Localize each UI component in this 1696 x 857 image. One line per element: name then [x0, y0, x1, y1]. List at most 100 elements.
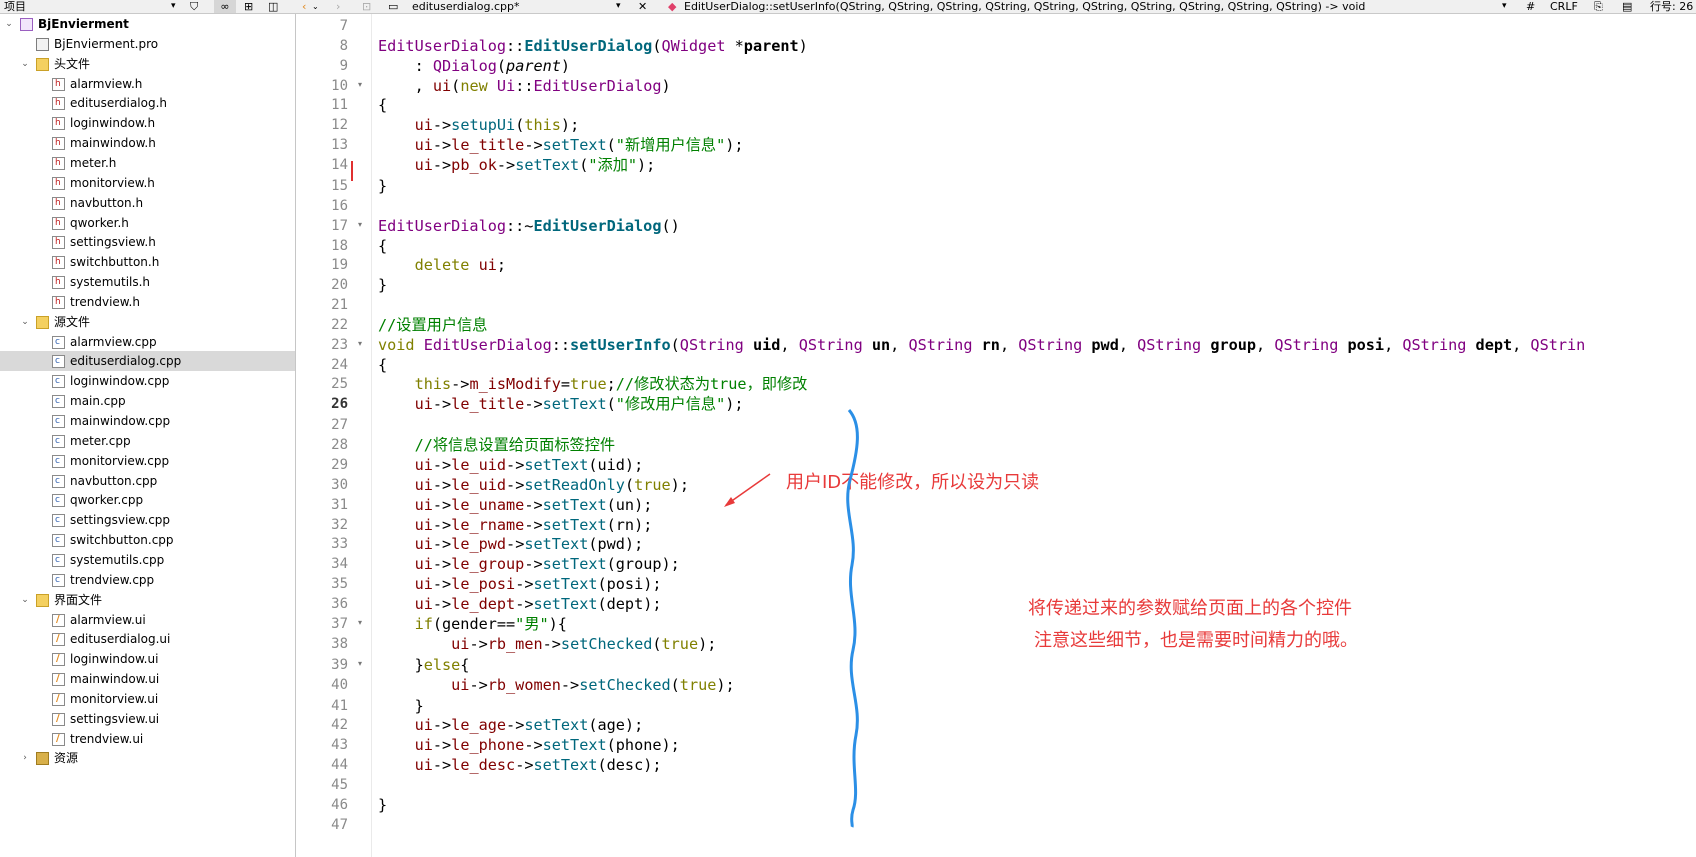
tree-item[interactable]: settingsview.h — [0, 232, 295, 252]
line-number: 43 — [331, 737, 348, 754]
cursor-position[interactable]: 行号: 26 — [1650, 0, 1696, 13]
code-token: : — [378, 56, 433, 75]
tree-item[interactable]: mainwindow.ui — [0, 669, 295, 689]
function-dropdown-arrow-icon[interactable]: ▾ — [1502, 0, 1507, 13]
fold-arrow-icon[interactable]: ▾ — [358, 80, 362, 89]
code-token: ( — [451, 76, 461, 95]
fold-arrow-icon[interactable]: ▾ — [358, 339, 362, 348]
close-sidebar-icon[interactable]: ◫ — [268, 0, 278, 13]
tree-item[interactable]: qworker.h — [0, 213, 295, 233]
code-token: ui — [414, 155, 433, 174]
tree-item[interactable]: monitorview.cpp — [0, 451, 295, 471]
code-token: ){ — [548, 614, 567, 633]
tree-item[interactable]: settingsview.cpp — [0, 510, 295, 530]
tree-item[interactable]: ⌄ 界面文件 — [0, 590, 295, 610]
function-selector[interactable]: EditUserDialog::setUserInfo(QString, QSt… — [684, 0, 1484, 13]
tree-item[interactable]: settingsview.ui — [0, 709, 295, 729]
tree-item[interactable]: › 资源 — [0, 748, 295, 768]
file-icon: ▭ — [388, 0, 399, 13]
tree-item-label: BjEnvierment — [38, 17, 129, 31]
chevron-down-icon[interactable]: ⌄ — [4, 14, 14, 34]
code-editor[interactable]: EditUserDialog::EditUserDialog(QWidget *… — [378, 14, 1696, 857]
code-token: -> — [496, 155, 516, 174]
chevron-down-icon[interactable]: ⌄ — [20, 312, 30, 332]
tree-item-label: trendview.cpp — [70, 572, 155, 587]
tree-item[interactable]: systemutils.cpp — [0, 550, 295, 570]
code-token: le_dept — [451, 594, 516, 613]
tree-item-label: 头文件 — [54, 56, 91, 71]
tree-item[interactable]: alarmview.h — [0, 74, 295, 94]
code-token: :: — [515, 76, 534, 95]
code-token: -> — [506, 456, 525, 474]
tree-item[interactable]: ⌄ BjEnvierment — [0, 14, 295, 34]
code-token: -> — [524, 136, 543, 155]
code-token: , — [999, 335, 1019, 354]
tree-item[interactable]: qworker.cpp — [0, 490, 295, 510]
tree-item[interactable]: loginwindow.cpp — [0, 371, 295, 391]
header-file-icon — [52, 193, 65, 213]
tree-item[interactable]: mainwindow.h — [0, 133, 295, 153]
close-file-icon[interactable]: ✕ — [638, 0, 647, 13]
tree-item[interactable]: BjEnvierment.pro — [0, 34, 295, 54]
tree-item[interactable]: meter.cpp — [0, 431, 295, 451]
ui-file-icon — [52, 669, 65, 689]
forward-icon[interactable]: › — [336, 0, 340, 13]
tree-item[interactable]: trendview.h — [0, 292, 295, 312]
tree-item[interactable]: alarmview.cpp — [0, 332, 295, 352]
tree-item[interactable]: systemutils.h — [0, 272, 295, 292]
code-token: setText — [542, 736, 607, 755]
tree-item[interactable]: edituserdialog.h — [0, 93, 295, 113]
project-dropdown-arrow-icon[interactable]: ▾ — [171, 0, 176, 13]
header-file-icon — [52, 213, 65, 233]
tree-item[interactable]: alarmview.ui — [0, 610, 295, 630]
fold-arrow-icon[interactable]: ▾ — [358, 618, 362, 627]
tree-item[interactable]: trendview.ui — [0, 729, 295, 749]
line-number: 15 — [331, 177, 348, 194]
tree-item[interactable]: edituserdialog.cpp — [0, 351, 295, 372]
code-token: , — [378, 76, 433, 95]
back-icon[interactable]: ‹ — [302, 0, 306, 13]
tree-item[interactable]: meter.h — [0, 153, 295, 173]
tree-item[interactable]: loginwindow.h — [0, 113, 295, 133]
chevron-down-icon[interactable]: ⌄ — [20, 54, 30, 74]
file-dropdown-arrow-icon[interactable]: ▾ — [616, 0, 621, 13]
code-line: ui->rb_women->setChecked(true); — [378, 675, 735, 695]
ui-file-icon — [52, 649, 65, 669]
tree-item[interactable]: navbutton.cpp — [0, 471, 295, 491]
lock-icon[interactable]: ⊡ — [362, 0, 371, 13]
tree-item[interactable]: switchbutton.cpp — [0, 530, 295, 550]
fold-arrow-icon[interactable]: ▾ — [358, 659, 362, 668]
code-token: QString — [1137, 335, 1202, 354]
tree-item[interactable]: trendview.cpp — [0, 570, 295, 590]
history-dropdown-icon[interactable]: ⌄ — [312, 0, 319, 13]
tree-item[interactable]: ⌄ 头文件 — [0, 54, 295, 74]
hash-label[interactable]: # — [1526, 0, 1535, 13]
file-tab[interactable]: edituserdialog.cpp* — [412, 0, 519, 13]
code-line: EditUserDialog::EditUserDialog(QWidget *… — [378, 36, 808, 56]
tree-item[interactable]: main.cpp — [0, 391, 295, 411]
tree-item[interactable]: mainwindow.cpp — [0, 411, 295, 431]
tree-item[interactable]: edituserdialog.ui — [0, 629, 295, 649]
fold-arrow-icon[interactable]: ▾ — [358, 220, 362, 229]
filter-icon[interactable]: ⛉ — [190, 0, 198, 13]
code-token: "添加" — [588, 155, 638, 174]
code-token: posi — [1347, 335, 1385, 354]
tree-item[interactable]: ⌄ 源文件 — [0, 312, 295, 332]
chevron-right-icon[interactable]: › — [20, 748, 30, 768]
document-icon[interactable]: ▤ — [1622, 0, 1632, 13]
tree-item[interactable]: navbutton.h — [0, 193, 295, 213]
code-token: ( — [606, 395, 616, 414]
tree-item[interactable]: monitorview.h — [0, 173, 295, 193]
tree-item[interactable]: switchbutton.h — [0, 252, 295, 272]
link-icon[interactable]: ∞ — [214, 0, 236, 13]
chevron-down-icon[interactable]: ⌄ — [20, 590, 30, 610]
code-line: } — [378, 696, 424, 716]
line-number: 18 — [331, 237, 348, 254]
encoding-icon[interactable]: ⎘ — [1594, 0, 1603, 13]
tree-item[interactable]: monitorview.ui — [0, 689, 295, 709]
line-ending-label[interactable]: CRLF — [1550, 0, 1578, 13]
add-split-icon[interactable]: ⊞ — [244, 0, 253, 13]
tree-item[interactable]: loginwindow.ui — [0, 649, 295, 669]
